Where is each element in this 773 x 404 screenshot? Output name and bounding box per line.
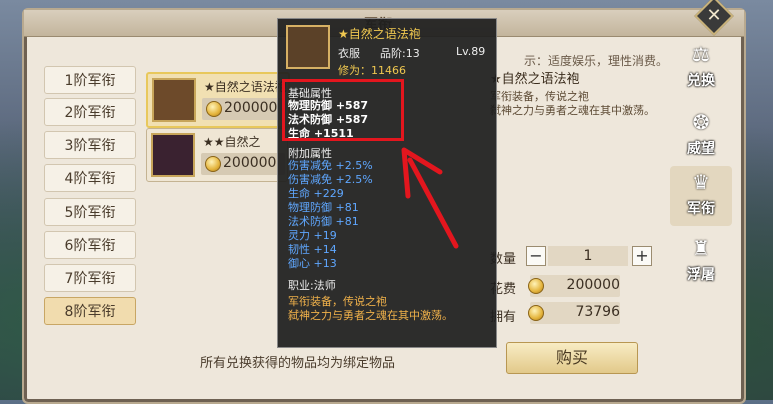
item-price: 200000: [224, 100, 278, 116]
tier-tab-8[interactable]: 8阶军衔: [44, 297, 136, 325]
cost-value: 200000: [566, 277, 620, 293]
extra-stat: 灵力 +19: [288, 229, 337, 242]
pagoda-icon: ♜: [692, 236, 710, 260]
item-name: ★★自然之: [203, 135, 261, 149]
robe-icon: [286, 25, 330, 69]
nav-prestige[interactable]: ❂ 威望: [670, 106, 732, 166]
prestige-icon: ❂: [692, 110, 710, 134]
helmet-icon: ♛: [692, 170, 710, 194]
coin-icon: [528, 305, 544, 321]
nav-label: 军衔: [687, 201, 715, 217]
extra-stat: 物理防御 +81: [288, 201, 359, 214]
bound-items-note: 所有兑换获得的物品均为绑定物品: [200, 356, 396, 371]
extra-stat: 伤害减免 +2.5%: [288, 173, 373, 186]
job-requirement: 职业:法师: [288, 279, 336, 292]
tooltip-item-level: Lv.89: [456, 45, 486, 58]
buy-button[interactable]: 购买: [506, 342, 638, 374]
detail-item-name: ★自然之语法袍: [490, 72, 580, 87]
nav-exchange[interactable]: ⚖ 兑换: [670, 38, 732, 98]
item-card-staff[interactable]: ★★自然之 200000: [146, 128, 288, 182]
notice-text: 示：适度娱乐，理性消费。: [524, 54, 669, 68]
tooltip-cultivation: 修为：11466: [338, 64, 406, 77]
item-price: 200000: [223, 155, 277, 171]
coin-icon: [206, 101, 222, 117]
item-card-robe[interactable]: ★自然之语法袍 200000: [146, 72, 290, 128]
nav-label: 浮屠: [687, 267, 715, 283]
tier-tab-5[interactable]: 5阶军衔: [44, 198, 136, 226]
tier-tab-1[interactable]: 1阶军衔: [44, 66, 136, 94]
coin-icon: [205, 156, 221, 172]
robe-icon: [152, 78, 196, 122]
extra-stat: 御心 +13: [288, 257, 337, 270]
tier-tab-4[interactable]: 4阶军衔: [44, 164, 136, 192]
detail-description: 军衔装备，传说之袍 弑神之力与勇者之魂在其中激荡。: [490, 90, 655, 117]
extra-stat: 韧性 +14: [288, 243, 337, 256]
owned-value: 73796: [575, 304, 620, 320]
nav-pagoda[interactable]: ♜ 浮屠: [670, 232, 732, 292]
tooltip-item-grade: 品阶:13: [380, 47, 420, 60]
item-tooltip: ★自然之语法袍 衣服 品阶:13 Lv.89 修为：11466 基础属性 物理防…: [277, 18, 497, 348]
tier-tab-6[interactable]: 6阶军衔: [44, 231, 136, 259]
item-detail-panel: ★自然之语法袍 军衔装备，传说之袍 弑神之力与勇者之魂在其中激荡。: [490, 68, 665, 138]
tier-tab-3[interactable]: 3阶军衔: [44, 131, 136, 159]
extra-stat: 生命 +229: [288, 187, 344, 200]
item-name: ★自然之语法袍: [204, 80, 287, 94]
increase-quantity-button[interactable]: +: [632, 246, 652, 266]
tier-tab-2[interactable]: 2阶军衔: [44, 98, 136, 126]
staff-icon: [151, 133, 195, 177]
coin-icon: [528, 278, 544, 294]
close-icon[interactable]: ✕: [706, 4, 722, 28]
nav-label: 兑换: [687, 73, 715, 89]
extra-stat: 伤害减免 +2.5%: [288, 159, 373, 172]
nav-military-rank[interactable]: ♛ 军衔: [670, 166, 732, 226]
decrease-quantity-button[interactable]: −: [526, 246, 546, 266]
side-nav: ⚖ 兑换 ❂ 威望 ♛ 军衔 ♜ 浮屠: [670, 38, 732, 298]
tooltip-item-type: 衣服: [338, 47, 360, 60]
tier-tab-7[interactable]: 7阶军衔: [44, 264, 136, 292]
quantity-field[interactable]: 1: [548, 246, 628, 266]
tooltip-description: 军衔装备，传说之袍 弑神之力与勇者之魂在其中激荡。: [288, 295, 453, 322]
tooltip-item-name: ★自然之语法袍: [338, 27, 421, 41]
extra-stat: 法术防御 +81: [288, 215, 359, 228]
nav-label: 威望: [687, 141, 715, 157]
scale-icon: ⚖: [692, 42, 710, 66]
basic-stats-highlight-box: [282, 79, 404, 141]
